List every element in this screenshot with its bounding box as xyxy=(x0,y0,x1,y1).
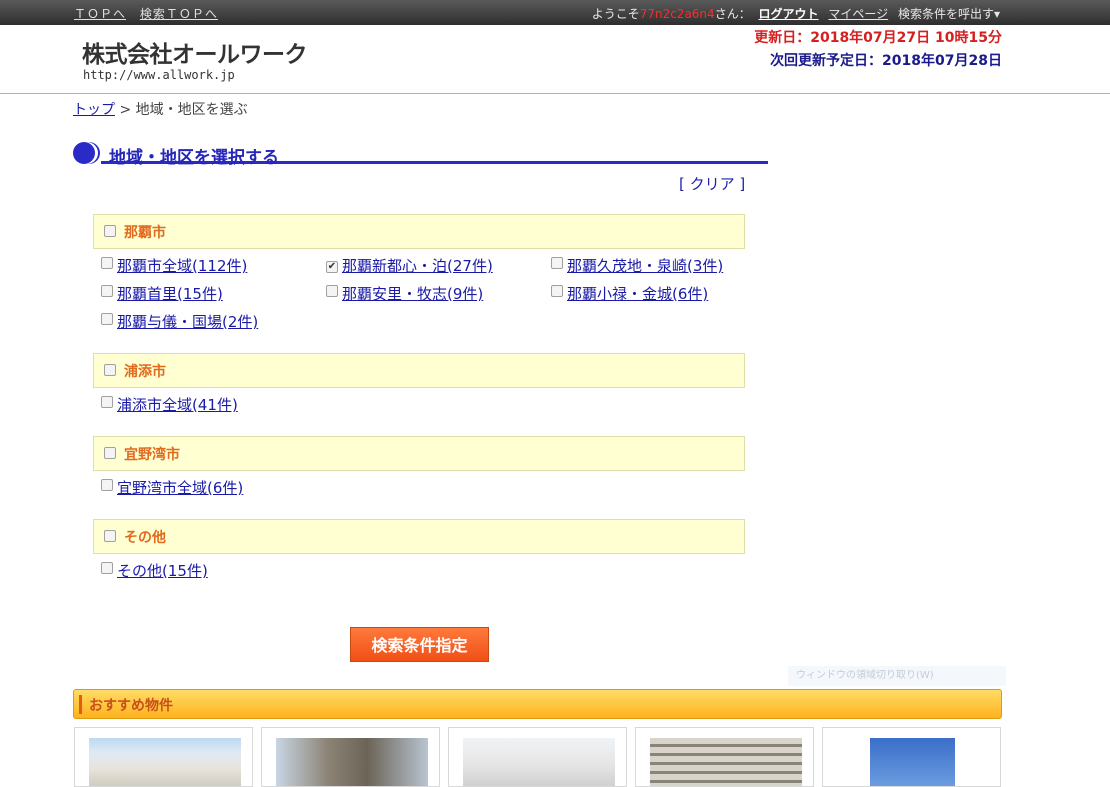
group-title: その他 xyxy=(124,530,166,546)
breadcrumb-home-link[interactable]: トップ xyxy=(73,102,115,118)
area-checkbox[interactable] xyxy=(101,396,113,408)
area-item[interactable]: 那覇首里(15件) xyxy=(101,283,223,304)
company-logo-title[interactable]: 株式会社オールワーク xyxy=(82,35,308,69)
area-item[interactable]: 那覇久茂地・泉崎(3件) xyxy=(551,255,723,276)
breadcrumb-current: 地域・地区を選ぶ xyxy=(135,102,248,118)
area-link[interactable]: 那覇市全域(112件) xyxy=(117,257,247,275)
welcome-prefix: ようこそ xyxy=(591,7,640,21)
area-checkbox[interactable] xyxy=(101,285,113,297)
group-title: 宜野湾市 xyxy=(124,447,180,463)
area-link[interactable]: 那覇首里(15件) xyxy=(117,285,223,303)
breadcrumb: トップ > 地域・地区を選ぶ xyxy=(73,99,248,119)
area-link[interactable]: 那覇久茂地・泉崎(3件) xyxy=(567,257,723,275)
top-links: ＴＯＰへ 検索ＴＯＰへ xyxy=(74,5,228,22)
area-checkbox[interactable] xyxy=(101,257,113,269)
top-link[interactable]: ＴＯＰへ xyxy=(74,7,126,21)
update-date: 更新日：2018年07月27日 10時15分 xyxy=(754,30,1002,46)
clear-link[interactable]: [ クリア ] xyxy=(679,173,745,194)
group-header-others: その他 xyxy=(93,519,745,554)
section-title: 地域・地区を選択する xyxy=(109,148,279,168)
area-checkbox[interactable] xyxy=(326,285,338,297)
welcome-suffix: さん： xyxy=(714,7,751,21)
area-item[interactable]: 宜野湾市全域(6件) xyxy=(101,477,243,498)
company-url: http://www.allwork.jp xyxy=(83,68,235,82)
search-condition-button[interactable]: 検索条件指定 xyxy=(350,627,489,662)
area-item[interactable]: 那覇安里・牧志(9件) xyxy=(326,283,483,304)
group-header-urasoe: 浦添市 xyxy=(93,353,745,388)
search-top-link[interactable]: 検索ＴＯＰへ xyxy=(140,7,218,21)
area-link[interactable]: 浦添市全域(41件) xyxy=(117,396,238,414)
area-link[interactable]: 那覇安里・牧志(9件) xyxy=(342,285,483,303)
property-card[interactable] xyxy=(635,727,814,787)
group-header-ginowan: 宜野湾市 xyxy=(93,436,745,471)
property-photo[interactable] xyxy=(870,738,955,786)
area-link[interactable]: 宜野湾市全域(6件) xyxy=(117,479,243,497)
site-header: 株式会社オールワーク http://www.allwork.jp 更新日：201… xyxy=(0,25,1110,94)
heading-bullet-icon xyxy=(73,142,95,164)
group-checkbox-others[interactable] xyxy=(104,530,116,542)
area-item[interactable]: ✔ 那覇新都心・泊(27件) xyxy=(326,255,493,276)
area-link[interactable]: その他(15件) xyxy=(117,562,208,580)
user-menu: ようこそ77n2c2a6n4さん： ログアウト マイページ 検索条件を呼出す▾ xyxy=(592,5,1000,22)
group-checkbox-naha[interactable] xyxy=(104,225,116,237)
property-card[interactable] xyxy=(448,727,627,787)
property-card[interactable] xyxy=(74,727,253,787)
area-item[interactable]: 浦添市全域(41件) xyxy=(101,394,238,415)
heading-accent-bar xyxy=(79,695,82,714)
section-heading: 地域・地区を選択する xyxy=(73,140,768,168)
property-card[interactable] xyxy=(822,727,1001,787)
logout-link[interactable]: ログアウト xyxy=(759,7,819,21)
recommended-title: おすすめ物件 xyxy=(89,698,173,714)
next-update-date: 次回更新予定日：2018年07月28日 xyxy=(770,53,1002,69)
area-link[interactable]: 那覇与儀・国場(2件) xyxy=(117,313,258,331)
area-item[interactable]: 那覇小禄・金城(6件) xyxy=(551,283,708,304)
property-photo[interactable] xyxy=(89,738,241,786)
area-link[interactable]: 那覇小禄・金城(6件) xyxy=(567,285,708,303)
recommended-header: おすすめ物件 xyxy=(73,689,1002,719)
area-checkbox[interactable] xyxy=(101,479,113,491)
group-checkbox-ginowan[interactable] xyxy=(104,447,116,459)
group-header-naha: 那覇市 xyxy=(93,214,745,249)
area-checkbox[interactable] xyxy=(101,562,113,574)
area-checkbox[interactable] xyxy=(551,285,563,297)
area-checkbox[interactable]: ✔ xyxy=(326,261,338,273)
area-link[interactable]: 那覇新都心・泊(27件) xyxy=(342,257,493,275)
snip-tooltip: ウィンドウの領域切り取り(W) xyxy=(788,666,1006,686)
property-photo[interactable] xyxy=(463,738,615,786)
area-checkbox[interactable] xyxy=(101,313,113,325)
user-id: 77n2c2a6n4 xyxy=(639,7,715,21)
property-photo[interactable] xyxy=(650,738,802,786)
area-item[interactable]: 那覇市全域(112件) xyxy=(101,255,247,276)
mypage-link[interactable]: マイページ xyxy=(828,7,888,21)
area-item[interactable]: 那覇与儀・国場(2件) xyxy=(101,311,258,332)
top-navigation-bar: ＴＯＰへ 検索ＴＯＰへ ようこそ77n2c2a6n4さん： ログアウト マイペー… xyxy=(0,0,1110,25)
group-title: 那覇市 xyxy=(124,225,166,241)
property-card[interactable] xyxy=(261,727,440,787)
group-title: 浦添市 xyxy=(124,364,166,380)
area-item[interactable]: その他(15件) xyxy=(101,560,208,581)
breadcrumb-separator: > xyxy=(115,102,136,118)
property-photo[interactable] xyxy=(276,738,428,786)
group-checkbox-urasoe[interactable] xyxy=(104,364,116,376)
recall-search-dropdown[interactable]: 検索条件を呼出す▾ xyxy=(898,7,1000,21)
area-checkbox[interactable] xyxy=(551,257,563,269)
